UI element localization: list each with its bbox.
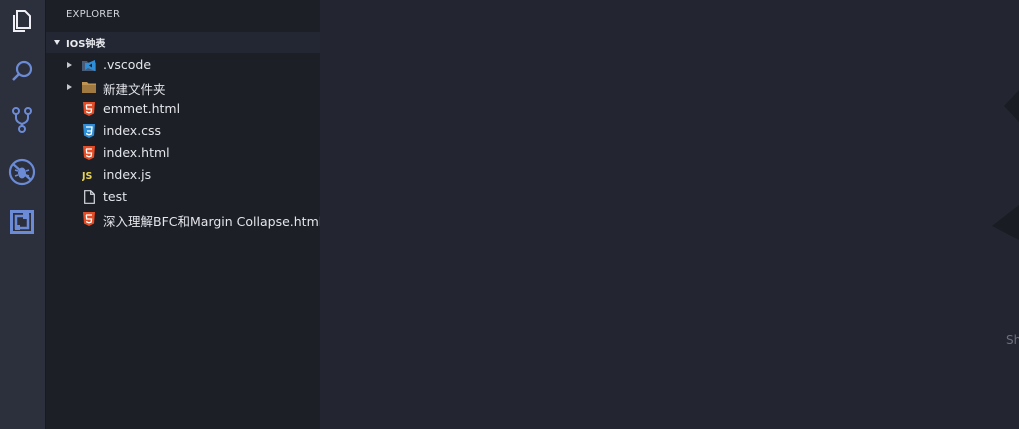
chevron-right-icon[interactable] [67, 84, 72, 90]
tree-item-new-folder[interactable]: 新建文件夹 [46, 76, 320, 98]
file-tree: .vscode 新建文件夹 emmet.html index.css index… [46, 54, 323, 230]
editor-area: Sh [320, 0, 1019, 429]
tree-item-label: test [103, 189, 128, 204]
js-icon: JS [82, 168, 96, 182]
explorer-sidebar: EXPLORER IOS钟表 .vscode 新建文件夹 emmet.html … [45, 0, 323, 429]
tree-item-label: 新建文件夹 [103, 82, 166, 97]
search-icon[interactable] [6, 55, 38, 87]
tree-item-label: index.js [103, 167, 152, 182]
tree-item-test[interactable]: test [46, 186, 320, 208]
tree-item-index-css[interactable]: index.css [46, 120, 320, 142]
svg-text:JS: JS [82, 171, 93, 181]
folder-icon [82, 80, 96, 94]
folder-header[interactable]: IOS钟表 [46, 32, 320, 53]
debug-icon[interactable] [6, 156, 38, 188]
editor-shortcut-hint: Sh [1006, 333, 1019, 347]
tree-item-index-js[interactable]: JS index.js [46, 164, 320, 186]
tree-item-index-html[interactable]: index.html [46, 142, 320, 164]
explorer-icon[interactable] [6, 5, 38, 37]
file-icon [82, 190, 96, 204]
tree-item-label: index.css [103, 123, 162, 138]
html5-icon [82, 212, 96, 226]
vscode-folder-icon [82, 58, 96, 72]
html5-icon [82, 146, 96, 160]
tree-item-vscode[interactable]: .vscode [46, 54, 320, 76]
extensions-icon[interactable] [6, 206, 38, 238]
html5-icon [82, 102, 96, 116]
source-control-icon[interactable] [6, 104, 38, 136]
sidebar-title: EXPLORER [66, 9, 121, 20]
tree-item-label: index.html [103, 145, 170, 160]
activity-bar [0, 0, 45, 429]
tree-item-label: .vscode [103, 57, 152, 72]
chevron-right-icon[interactable] [67, 62, 72, 68]
tree-item-label: emmet.html [103, 101, 181, 116]
tree-item-bfc-html[interactable]: 深入理解BFC和Margin Collapse.html [46, 208, 323, 230]
tree-item-label: 深入理解BFC和Margin Collapse.html [103, 214, 323, 229]
watermark-logo [992, 90, 1019, 240]
tree-item-emmet-html[interactable]: emmet.html [46, 98, 320, 120]
chevron-down-icon[interactable] [54, 40, 60, 45]
folder-name: IOS钟表 [66, 39, 106, 50]
css3-icon [82, 124, 96, 138]
